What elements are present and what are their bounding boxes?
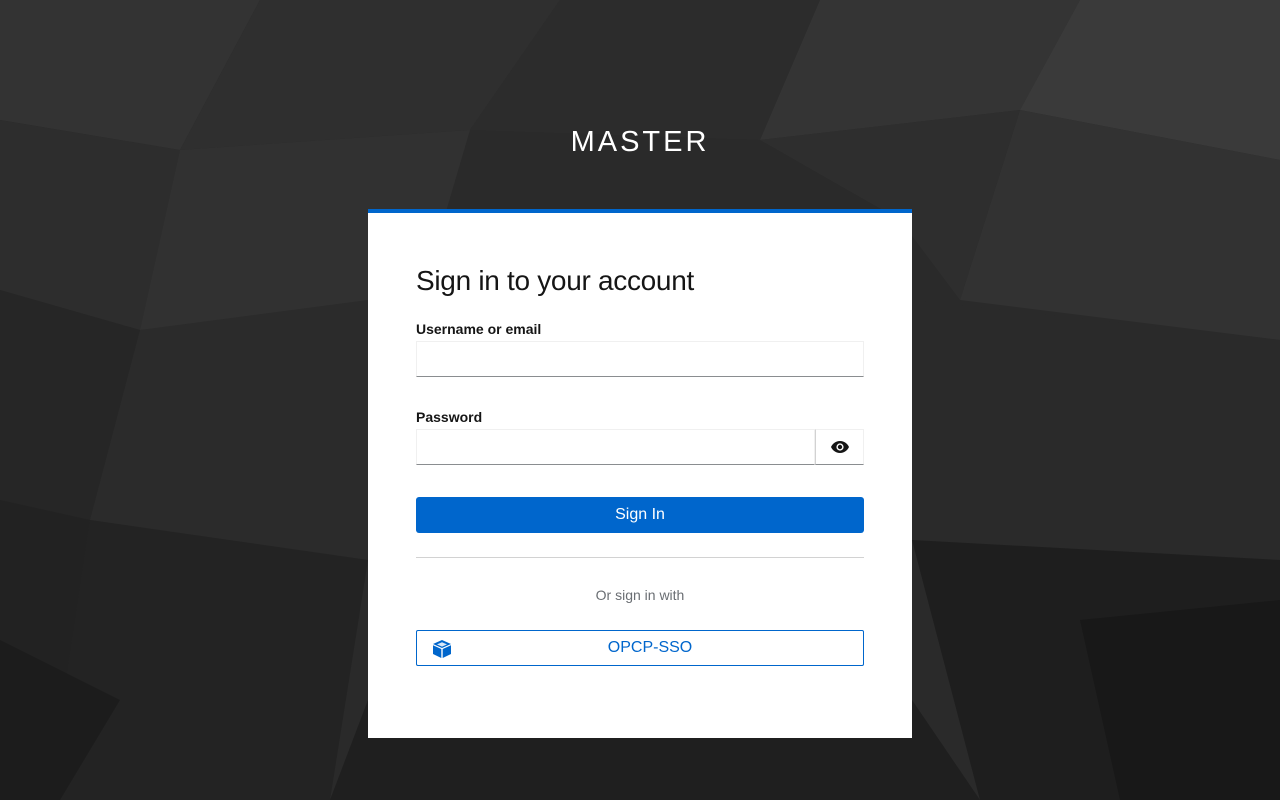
username-label: Username or email (416, 321, 542, 337)
page-title: Sign in to your account (416, 265, 694, 296)
realm-title: MASTER (570, 126, 710, 158)
divider (416, 557, 864, 558)
password-label: Password (416, 409, 483, 425)
or-sign-in-with-text: Or sign in with (595, 587, 685, 603)
eye-icon (830, 441, 849, 453)
sso-provider-label: OPCP-SSO (607, 639, 693, 656)
show-password-button[interactable] (815, 429, 864, 465)
password-input[interactable] (416, 429, 815, 465)
opcp-sso-button[interactable]: OPCP-SSO (416, 630, 864, 666)
username-input[interactable] (416, 341, 864, 377)
sign-in-button[interactable]: Sign In (416, 497, 864, 533)
login-card: Sign in to your account Username or emai… (368, 209, 912, 738)
